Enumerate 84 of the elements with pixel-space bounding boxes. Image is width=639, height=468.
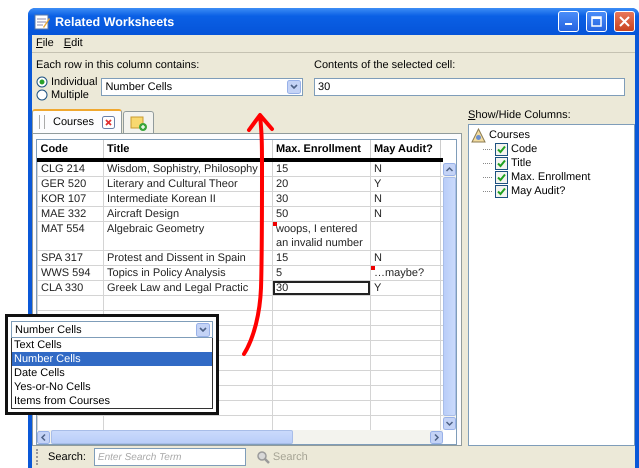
table-cell: Algebraic Geometry xyxy=(104,222,272,250)
table-cell: SPA 317 xyxy=(38,250,104,266)
table-cell: 20 xyxy=(272,176,370,192)
table-cell: MAT 554 xyxy=(38,222,104,250)
scroll-down-icon[interactable] xyxy=(443,417,456,430)
tree-item-label: May Audit? xyxy=(511,185,566,197)
close-icon xyxy=(619,16,630,27)
scroll-up-icon[interactable] xyxy=(443,163,456,176)
radio-label: Multiple xyxy=(51,88,89,100)
scroll-left-icon[interactable] xyxy=(37,430,50,444)
table-cell: N xyxy=(370,206,440,222)
tree-item-label: Max. Enrollment xyxy=(511,171,590,183)
column-header[interactable]: Code xyxy=(38,140,104,160)
search-icon xyxy=(256,450,270,464)
dropdown-option[interactable]: Number Cells xyxy=(12,352,212,366)
dropdown-option[interactable]: Date Cells xyxy=(12,366,212,380)
panel-label: Show/Hide Columns: xyxy=(468,109,572,121)
field-label: Each row in this column contains: xyxy=(36,59,200,71)
horizontal-scrollbar[interactable] xyxy=(37,430,443,444)
scroll-right-icon[interactable] xyxy=(430,430,443,444)
minimize-button[interactable] xyxy=(558,11,579,32)
window-title: Related Worksheets xyxy=(55,14,176,28)
table-cell: 50 xyxy=(272,206,370,222)
dropdown-option[interactable]: Text Cells xyxy=(12,338,212,352)
table-cell: Aircraft Design xyxy=(104,206,272,222)
table-cell: woops, I entered an invalid number xyxy=(272,222,370,250)
field-label: Contents of the selected cell: xyxy=(314,59,456,71)
table-cell: KOR 107 xyxy=(38,192,104,206)
table-icon xyxy=(471,128,486,142)
error-marker-icon xyxy=(371,266,375,270)
table-cell: 15 xyxy=(272,250,370,266)
menu-item[interactable]: Edit xyxy=(64,37,83,50)
radio-button[interactable] xyxy=(36,76,48,88)
table-cell: 30 xyxy=(272,192,370,206)
checkbox[interactable] xyxy=(495,184,508,198)
table-cell: N xyxy=(370,160,440,176)
table-cell: 15 xyxy=(272,160,370,176)
radio-label: Individual xyxy=(51,76,98,88)
table-cell: …maybe? xyxy=(370,266,440,280)
add-sheet-tab[interactable] xyxy=(122,111,154,133)
table-cell: WWS 594 xyxy=(38,266,104,280)
table-cell: N xyxy=(370,250,440,266)
tree-item-label: Title xyxy=(511,157,532,169)
table-cell: 5 xyxy=(272,266,370,280)
table-cell: Literary and Cultural Theor xyxy=(104,176,272,192)
table-cell: Wisdom, Sophistry, Philosophy xyxy=(104,160,272,176)
tree-item-label: Code xyxy=(511,143,538,155)
search-field[interactable]: Enter Search Term xyxy=(94,448,246,466)
cell-contents-field[interactable]: 30 xyxy=(314,78,625,96)
tree-node[interactable]: Courses xyxy=(489,129,530,141)
table-cell: CLA 330 xyxy=(38,280,104,296)
error-marker-icon xyxy=(273,222,277,226)
close-tab-icon[interactable] xyxy=(102,116,115,128)
maximize-button[interactable] xyxy=(586,11,607,32)
vertical-scrollbar[interactable] xyxy=(443,163,456,430)
radio-button[interactable] xyxy=(36,88,48,100)
table-cell: CLG 214 xyxy=(38,160,104,176)
column-header[interactable]: Title xyxy=(104,140,272,160)
column-header[interactable]: Max. Enrollment xyxy=(272,140,370,160)
checkbox[interactable] xyxy=(495,142,508,156)
table-cell: GER 520 xyxy=(38,176,104,192)
app-icon xyxy=(34,14,50,30)
checkbox[interactable] xyxy=(495,156,508,170)
table-cell: Topics in Policy Analysis xyxy=(104,266,272,280)
table-cell: Y xyxy=(370,176,440,192)
table-cell: Intermediate Korean II xyxy=(104,192,272,206)
dropdown-option[interactable]: Items from Courses xyxy=(12,394,212,408)
search-label: Search: xyxy=(48,451,86,463)
menu-item[interactable]: File xyxy=(36,37,54,50)
checkbox[interactable] xyxy=(495,170,508,184)
table-cell: Y xyxy=(370,280,440,296)
table-cell: 30 xyxy=(272,280,370,296)
column-header[interactable]: May Audit? xyxy=(370,140,440,160)
table-cell: MAE 332 xyxy=(38,206,104,222)
table-cell: Greek Law and Legal Practic xyxy=(104,280,272,296)
sheet-tab[interactable]: Courses xyxy=(32,109,122,133)
dropdown-option[interactable]: Yes-or-No Cells xyxy=(12,380,212,394)
table-cell: Protest and Dissent in Spain xyxy=(104,250,272,266)
close-button[interactable] xyxy=(614,11,635,32)
cell-type-dropdown[interactable]: Number Cells xyxy=(101,78,304,96)
add-sheet-icon xyxy=(130,114,147,130)
maximize-icon xyxy=(591,16,602,27)
cell-type-dropdown[interactable]: Number Cells xyxy=(11,321,213,338)
table-cell: N xyxy=(370,192,440,206)
